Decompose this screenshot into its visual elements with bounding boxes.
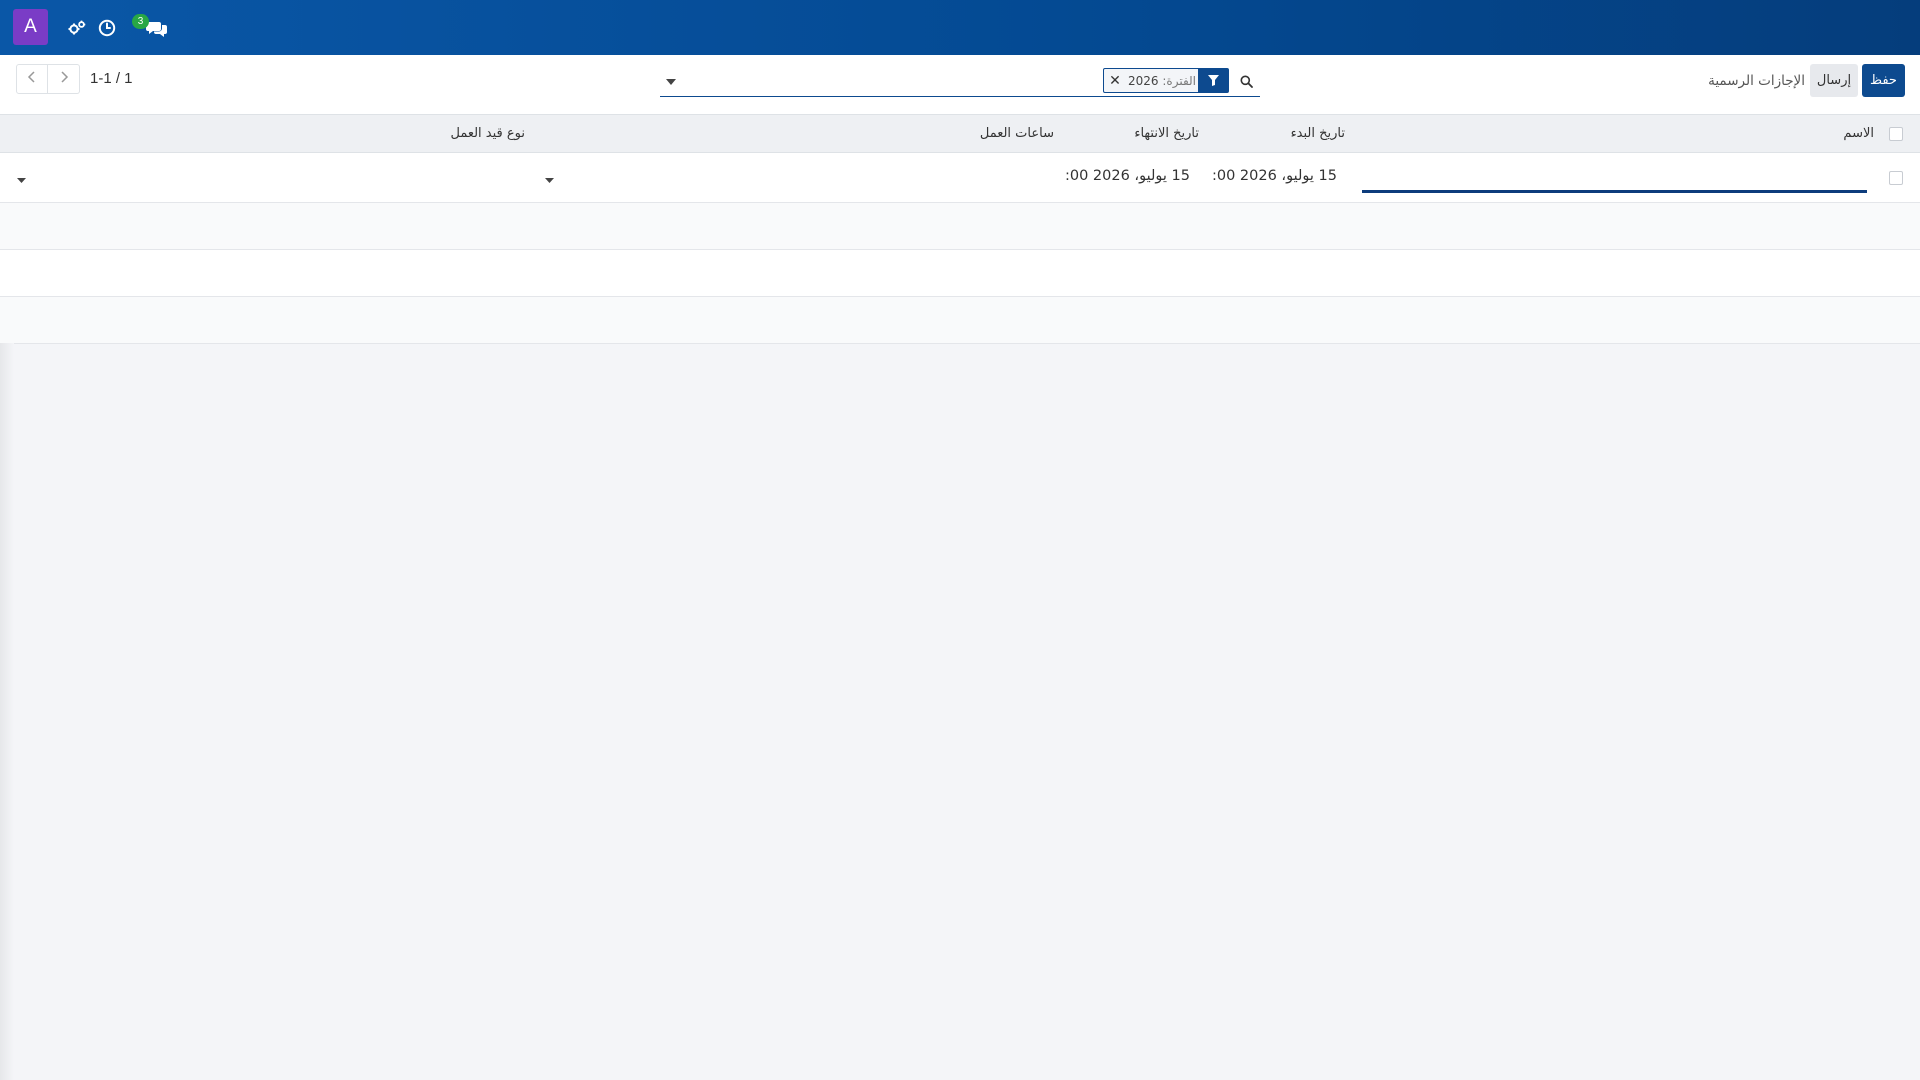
caret-down-icon [544, 171, 554, 187]
facet-value-text: 2026 [1128, 73, 1159, 88]
pager-previous-button[interactable] [16, 64, 48, 94]
search-bar: ✕ الفترة: 2026 [660, 65, 1260, 97]
select-all-checkbox[interactable] [1889, 127, 1903, 141]
left-edge-shade [0, 343, 14, 1080]
chat-badge: 3 [132, 14, 149, 29]
column-header-work-entry-type[interactable]: نوع قيد العمل [450, 126, 525, 141]
empty-row [0, 203, 1920, 250]
search-input[interactable] [690, 67, 1160, 95]
empty-row [0, 250, 1920, 297]
search-facet: ✕ الفترة: 2026 [1103, 68, 1229, 93]
facet-remove-icon[interactable]: ✕ [1104, 69, 1126, 92]
caret-down-icon [16, 171, 26, 187]
facet-value: الفترة: 2026 [1126, 69, 1198, 92]
filter-icon [1198, 69, 1228, 92]
date-start-cell[interactable]: 15 يوليو، 2026 00:00 [1213, 168, 1337, 188]
column-header-work-hours[interactable]: ساعات العمل [980, 126, 1054, 141]
search-options-toggle[interactable] [660, 69, 682, 93]
control-panel: 1-1 / 1 ✕ الفترة: 2026 الإجازات الرسمية … [0, 55, 1920, 115]
send-button[interactable]: إرسال [1810, 64, 1858, 97]
breadcrumb: الإجازات الرسمية [1708, 73, 1805, 89]
settings-gears-icon[interactable] [66, 17, 88, 39]
clock-icon[interactable] [96, 17, 118, 39]
chevron-left-icon [27, 71, 37, 87]
date-end-cell[interactable]: 15 يوليو، 2026 00:00 [1066, 168, 1190, 188]
facet-label: الفترة: [1162, 73, 1197, 88]
list-table: الاسم تاريخ البدء تاريخ الانتهاء ساعات ا… [0, 115, 1920, 344]
list-header: الاسم تاريخ البدء تاريخ الانتهاء ساعات ا… [0, 115, 1920, 153]
work-entry-type-dropdown[interactable] [543, 173, 555, 185]
top-navbar: A 3 [0, 0, 1920, 55]
search-icon[interactable] [1235, 71, 1257, 91]
chevron-right-icon [59, 71, 69, 87]
caret-down-icon [666, 73, 676, 89]
pager-value[interactable]: 1-1 / 1 [90, 70, 133, 87]
company-avatar[interactable]: A [13, 9, 48, 45]
extra-column-dropdown[interactable] [15, 173, 27, 185]
column-header-date-start[interactable]: تاريخ البدء [1291, 126, 1345, 141]
column-header-name[interactable]: الاسم [1843, 126, 1874, 141]
table-row[interactable]: 15 يوليو، 2026 00:00 15 يوليو، 2026 00:0… [0, 153, 1920, 203]
column-header-date-end[interactable]: تاريخ الانتهاء [1134, 126, 1199, 141]
pager-next-button[interactable] [48, 64, 80, 94]
empty-row [0, 297, 1920, 344]
row-checkbox[interactable] [1889, 171, 1903, 185]
name-field[interactable] [1362, 163, 1867, 193]
save-button[interactable]: حفظ [1862, 64, 1905, 97]
